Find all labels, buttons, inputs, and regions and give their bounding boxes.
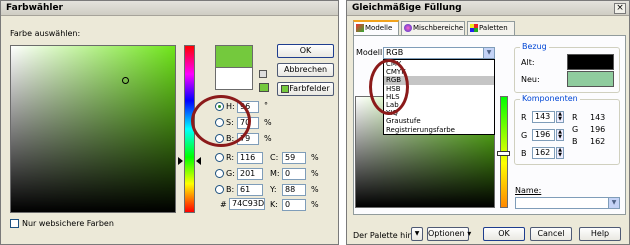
cancel-button[interactable]: Cancel: [530, 227, 572, 241]
highlight-circle: [369, 59, 409, 115]
chevron-down-icon[interactable]: ▼: [608, 198, 619, 208]
model-label: Modell: [356, 48, 383, 57]
r-readout-label: R: [572, 113, 578, 122]
saturation-unit: %: [264, 118, 272, 127]
model-value: RGB: [386, 48, 404, 57]
model-dropdown[interactable]: RGB ▼: [383, 47, 495, 59]
yellow-input[interactable]: 88: [282, 184, 306, 196]
highlight-circle: [191, 95, 251, 147]
red-input[interactable]: 116: [237, 152, 263, 164]
swatches-button[interactable]: Farbfelder: [277, 82, 334, 96]
b-label: B: [521, 149, 527, 158]
green-input[interactable]: 201: [237, 168, 263, 180]
brightness-unit: %: [264, 134, 272, 143]
help-button[interactable]: Help: [579, 227, 621, 241]
color-picker-dialog: Farbwähler Farbe auswählen: OK Abbrechen…: [0, 0, 339, 245]
g-spinner-icon[interactable]: ▲ ▼: [556, 129, 564, 141]
cyan-unit: %: [311, 153, 319, 162]
hue-unit: °: [264, 101, 268, 110]
tab-label: Paletten: [479, 24, 508, 32]
black-input[interactable]: 0: [282, 199, 306, 211]
green-radio[interactable]: [215, 169, 224, 178]
current-color-swatch: [215, 45, 253, 67]
cube-warning-icon[interactable]: [259, 70, 267, 78]
color-field-marker-icon[interactable]: [122, 77, 129, 84]
g-label: G: [521, 131, 528, 140]
window-title: Farbwähler: [6, 3, 63, 13]
blue-radio[interactable]: [215, 185, 224, 194]
title-bar: Farbwähler: [1, 1, 338, 16]
options-button[interactable]: Optionen ▾: [427, 227, 471, 241]
palettes-icon: [470, 24, 478, 32]
ok-button[interactable]: OK: [483, 227, 525, 241]
magenta-input[interactable]: 0: [282, 168, 306, 180]
swatch-icon: [281, 85, 289, 93]
window-title: Gleichmäßige Füllung: [352, 3, 462, 13]
r-input[interactable]: 143: [532, 111, 555, 123]
r-spinner-icon[interactable]: ▲ ▼: [556, 111, 564, 123]
old-label: Alt:: [521, 58, 535, 67]
tab-mixers[interactable]: Mischbereiche: [401, 21, 465, 35]
slider-thumb-icon[interactable]: [497, 151, 510, 156]
components-group-title: Komponenten: [520, 94, 580, 103]
yellow-unit: %: [311, 185, 319, 194]
websafe-swatch-icon[interactable]: [259, 83, 269, 92]
websafe-label: Nur websichere Farben: [22, 219, 114, 228]
tab-palettes[interactable]: Paletten: [467, 21, 515, 35]
name-label: Name:: [515, 186, 542, 195]
blue-input[interactable]: 61: [237, 184, 263, 196]
hue-slider-left-arrow-icon[interactable]: [178, 157, 183, 165]
add-to-palette-dropdown-icon[interactable]: ▼: [411, 227, 423, 241]
name-input[interactable]: ▼: [515, 197, 620, 209]
model-option[interactable]: YIQ: [384, 109, 494, 117]
model-option[interactable]: Registrierungsfarbe: [384, 126, 494, 134]
models-icon: [356, 24, 364, 32]
b-readout-value: 162: [590, 137, 606, 146]
b-input[interactable]: 162: [532, 147, 555, 159]
hex-label: #: [220, 200, 227, 209]
hex-input[interactable]: 74C93D: [229, 198, 265, 210]
hue-slider-right-arrow-icon[interactable]: [196, 157, 201, 165]
magenta-unit: %: [311, 169, 319, 178]
reference-group-title: Bezug: [520, 42, 549, 51]
ok-button[interactable]: OK: [277, 44, 334, 58]
color-field[interactable]: [10, 45, 176, 213]
cyan-label: C:: [270, 153, 279, 162]
tab-label: Mischbereiche: [413, 24, 464, 32]
websafe-checkbox[interactable]: [10, 219, 19, 228]
r-label: R: [521, 113, 527, 122]
g-readout-label: G: [572, 125, 579, 134]
black-unit: %: [311, 200, 319, 209]
add-to-palette-label: Der Palette hinz.: [353, 231, 420, 240]
tab-models[interactable]: Modelle: [353, 20, 399, 35]
r-readout-value: 143: [590, 113, 606, 122]
black-label: K:: [270, 200, 278, 209]
uniform-fill-dialog: Gleichmäßige Füllung × Modelle Mischbere…: [346, 0, 630, 245]
cancel-button[interactable]: Abbrechen: [277, 63, 334, 77]
red-label: R:: [226, 153, 235, 162]
close-icon[interactable]: ×: [614, 3, 626, 14]
red-radio[interactable]: [215, 153, 224, 162]
previous-color-swatch[interactable]: [215, 67, 253, 90]
choose-color-label: Farbe auswählen:: [10, 29, 81, 38]
chevron-down-icon[interactable]: ▼: [483, 48, 494, 58]
old-color-swatch: [567, 54, 614, 70]
new-color-swatch: [567, 71, 614, 87]
mixers-icon: [404, 24, 412, 32]
g-input[interactable]: 196: [532, 129, 555, 141]
b-readout-label: B: [572, 137, 578, 146]
tab-label: Modelle: [365, 24, 393, 32]
swatches-button-label: Farbfelder: [289, 84, 330, 93]
blue-label: B:: [226, 185, 235, 194]
magenta-label: M:: [270, 169, 280, 178]
new-label: Neu:: [521, 75, 540, 84]
g-readout-value: 196: [590, 125, 606, 134]
title-bar: Gleichmäßige Füllung ×: [347, 1, 629, 16]
options-button-label: Optionen: [428, 229, 465, 238]
yellow-label: Y:: [270, 185, 277, 194]
cyan-input[interactable]: 59: [282, 152, 306, 164]
model-option[interactable]: Graustufe: [384, 117, 494, 125]
green-label: G:: [226, 169, 235, 178]
b-spinner-icon[interactable]: ▲ ▼: [556, 147, 564, 159]
